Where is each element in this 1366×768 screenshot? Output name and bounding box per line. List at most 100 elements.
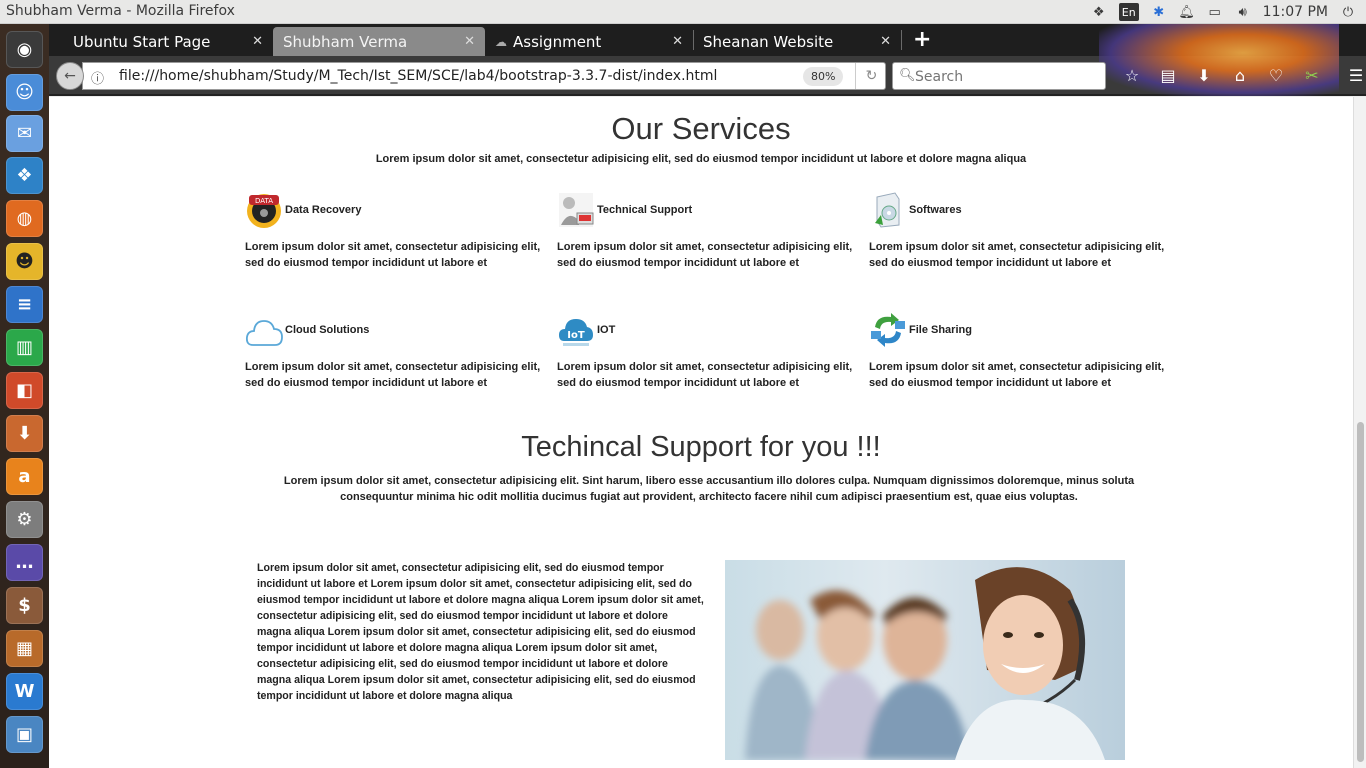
support-team-photo bbox=[725, 560, 1125, 760]
service-card-iot: IoT IOT Lorem ipsum dolor sit amet, cons… bbox=[557, 311, 857, 389]
extension-icon[interactable]: ✂ bbox=[1294, 56, 1330, 94]
service-description: Lorem ipsum dolor sit amet, consectetur … bbox=[869, 361, 1165, 389]
service-description: Lorem ipsum dolor sit amet, consectetur … bbox=[557, 361, 853, 389]
volume-icon[interactable]: 🔊︎ bbox=[1235, 4, 1251, 20]
tab-close-icon[interactable]: ✕ bbox=[880, 34, 891, 49]
navigation-bar: ⓘ file:///home/shubham/Study/M_Tech/Ist_… bbox=[49, 24, 1366, 96]
bookmarks-list-icon[interactable]: ▤ bbox=[1150, 56, 1186, 94]
bluetooth-icon[interactable]: ✱ bbox=[1151, 4, 1167, 20]
tab-bar: Ubuntu Start Page ✕ Shubham Verma ✕ ☁ As… bbox=[49, 24, 1366, 56]
power-icon[interactable]: ⏻ bbox=[1340, 4, 1356, 20]
wps-writer-icon[interactable]: W bbox=[6, 673, 43, 710]
amazon-icon[interactable]: a bbox=[6, 458, 43, 495]
firefox-icon[interactable]: ◍ bbox=[6, 200, 43, 237]
software-center-icon[interactable]: ⬇ bbox=[6, 415, 43, 452]
dropbox-icon[interactable]: ❖ bbox=[1091, 4, 1107, 20]
back-button[interactable]: ← bbox=[56, 62, 84, 90]
iot-cloud-icon: IoT bbox=[559, 319, 593, 346]
battery-icon[interactable]: ▭ bbox=[1207, 4, 1223, 20]
service-name: IOT bbox=[597, 324, 616, 336]
service-name: Softwares bbox=[909, 204, 962, 216]
search-input[interactable] bbox=[915, 67, 1100, 87]
support-heading: Techincal Support for you !!! bbox=[521, 431, 881, 463]
tab-separator bbox=[693, 30, 694, 50]
cloud-icon bbox=[245, 320, 283, 346]
tab-label: Sheanan Website bbox=[703, 32, 834, 51]
notification-bell-icon[interactable]: 🔔︎ bbox=[1178, 4, 1195, 20]
terminal-icon[interactable]: … bbox=[6, 544, 43, 581]
scrollbar-thumb[interactable] bbox=[1357, 422, 1364, 762]
tab-shubham-verma[interactable]: Shubham Verma ✕ bbox=[273, 27, 485, 56]
support-subtitle: Lorem ipsum dolor sit amet, consectetur … bbox=[283, 475, 1135, 503]
site-info-icon[interactable]: ⓘ bbox=[91, 68, 104, 87]
service-name: Data Recovery bbox=[285, 204, 362, 216]
tab-label: Assignment bbox=[513, 32, 602, 51]
search-box[interactable]: 🔍︎ bbox=[892, 62, 1106, 90]
software-box-icon bbox=[875, 192, 900, 228]
tab-label: Ubuntu Start Page bbox=[73, 32, 211, 51]
system-tray: ❖ En ✱ 🔔︎ ▭ 🔊︎ 11:07 PM ⏻ bbox=[1091, 0, 1366, 24]
clock[interactable]: 11:07 PM bbox=[1263, 4, 1328, 20]
service-card-data-recovery: DATA Data Recovery Lorem ipsum dolor sit… bbox=[245, 191, 545, 269]
keyboard-layout-indicator[interactable]: En bbox=[1118, 3, 1139, 21]
file-sharing-icon bbox=[871, 313, 905, 347]
pocket-icon[interactable]: ♡ bbox=[1258, 56, 1294, 94]
impress-icon[interactable]: ◧ bbox=[6, 372, 43, 409]
svg-text:DATA: DATA bbox=[255, 197, 273, 205]
service-description: Lorem ipsum dolor sit amet, consectetur … bbox=[557, 241, 853, 269]
tab-close-icon[interactable]: ✕ bbox=[464, 34, 475, 49]
services-heading: Our Services bbox=[611, 111, 791, 146]
page-scrollbar[interactable] bbox=[1353, 97, 1366, 768]
toolbar-icons: ☆ ▤ ⬇ ⌂ ♡ ✂ ☰ bbox=[1114, 56, 1366, 94]
support-body-text: Lorem ipsum dolor sit amet, consectetur … bbox=[257, 562, 704, 702]
service-name: Cloud Solutions bbox=[285, 324, 370, 336]
reload-icon[interactable]: ↻ bbox=[855, 63, 887, 89]
tab-label: Shubham Verma bbox=[283, 32, 408, 51]
system-top-bar: Shubham Verma - Mozilla Firefox ❖ En ✱ 🔔… bbox=[0, 0, 1366, 24]
search-icon: 🔍︎ bbox=[899, 68, 916, 83]
writer-icon[interactable]: ≡ bbox=[6, 286, 43, 323]
url-text[interactable]: file:///home/shubham/Study/M_Tech/Ist_SE… bbox=[119, 68, 717, 84]
tab-sheanan-website[interactable]: Sheanan Website ✕ bbox=[695, 27, 901, 56]
stocks-icon[interactable]: $ bbox=[6, 587, 43, 624]
window-title: Shubham Verma - Mozilla Firefox bbox=[6, 3, 235, 19]
downloads-icon[interactable]: ⬇ bbox=[1186, 56, 1222, 94]
tab-favicon-icon: ☁ bbox=[495, 34, 507, 49]
linux-tux-icon[interactable]: ☻ bbox=[6, 243, 43, 280]
tab-assignment[interactable]: ☁ Assignment ✕ bbox=[489, 27, 693, 56]
dropbox-app-icon[interactable]: ❖ bbox=[6, 157, 43, 194]
service-card-technical-support: Technical Support Lorem ipsum dolor sit … bbox=[557, 191, 857, 269]
calc-icon[interactable]: ▥ bbox=[6, 329, 43, 366]
workspace-switcher-icon[interactable]: ▣ bbox=[6, 716, 43, 753]
home-icon[interactable]: ⌂ bbox=[1222, 56, 1258, 94]
mail-icon[interactable]: ✉ bbox=[6, 115, 43, 152]
tab-separator bbox=[901, 30, 902, 50]
service-name: Technical Support bbox=[597, 204, 693, 216]
service-description: Lorem ipsum dolor sit amet, consectetur … bbox=[869, 241, 1165, 269]
service-description: Lorem ipsum dolor sit amet, consectetur … bbox=[245, 361, 541, 389]
zoom-indicator[interactable]: 80% bbox=[803, 67, 844, 86]
service-card-softwares: Softwares Lorem ipsum dolor sit amet, co… bbox=[869, 191, 1169, 269]
data-recovery-icon: DATA bbox=[247, 194, 281, 228]
service-description: Lorem ipsum dolor sit amet, consectetur … bbox=[245, 241, 541, 269]
url-bar[interactable]: ⓘ file:///home/shubham/Study/M_Tech/Ist_… bbox=[82, 62, 886, 90]
tab-close-icon[interactable]: ✕ bbox=[252, 34, 263, 49]
new-tab-button[interactable]: + bbox=[913, 27, 931, 52]
service-card-cloud-solutions: Cloud Solutions Lorem ipsum dolor sit am… bbox=[245, 311, 545, 389]
service-name: File Sharing bbox=[909, 324, 972, 336]
service-card-file-sharing: File Sharing Lorem ipsum dolor sit amet,… bbox=[869, 311, 1169, 389]
bookmark-star-icon[interactable]: ☆ bbox=[1114, 56, 1150, 94]
svg-text:IoT: IoT bbox=[567, 330, 585, 341]
services-subtitle: Lorem ipsum dolor sit amet, consectetur … bbox=[375, 153, 1027, 165]
menu-icon[interactable]: ☰ bbox=[1338, 56, 1366, 94]
tab-ubuntu-start-page[interactable]: Ubuntu Start Page ✕ bbox=[59, 27, 273, 56]
calculator-icon[interactable]: ▦ bbox=[6, 630, 43, 667]
tab-close-icon[interactable]: ✕ bbox=[672, 34, 683, 49]
settings-icon[interactable]: ⚙ bbox=[6, 501, 43, 538]
file-manager-icon[interactable]: ☺ bbox=[6, 74, 43, 111]
support-team-illustration bbox=[745, 567, 1105, 760]
launcher: ◉ ☺ ✉ ❖ ◍ ☻ ≡ ▥ ◧ ⬇ a ⚙ … $ ▦ W ▣ bbox=[0, 24, 49, 768]
page-viewport: Our Services Lorem ipsum dolor sit amet,… bbox=[49, 97, 1353, 768]
dash-icon[interactable]: ◉ bbox=[6, 31, 43, 68]
technical-support-icon bbox=[559, 193, 594, 227]
